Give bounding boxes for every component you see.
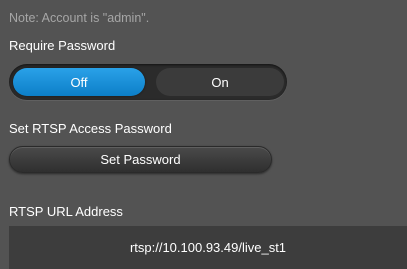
toggle-off-button[interactable]: Off (13, 68, 145, 96)
rtsp-url-value: rtsp://10.100.93.49/live_st1 (129, 240, 287, 255)
rtsp-url-label: RTSP URL Address (9, 204, 123, 219)
set-password-button[interactable]: Set Password (9, 146, 272, 173)
require-password-toggle: Off On (9, 64, 287, 100)
require-password-label: Require Password (9, 38, 116, 53)
toggle-on-button[interactable]: On (156, 68, 284, 96)
rtsp-url-field: rtsp://10.100.93.49/live_st1 (9, 226, 407, 269)
account-note: Note: Account is "admin". (9, 11, 150, 25)
rtsp-password-label: Set RTSP Access Password (9, 121, 172, 136)
